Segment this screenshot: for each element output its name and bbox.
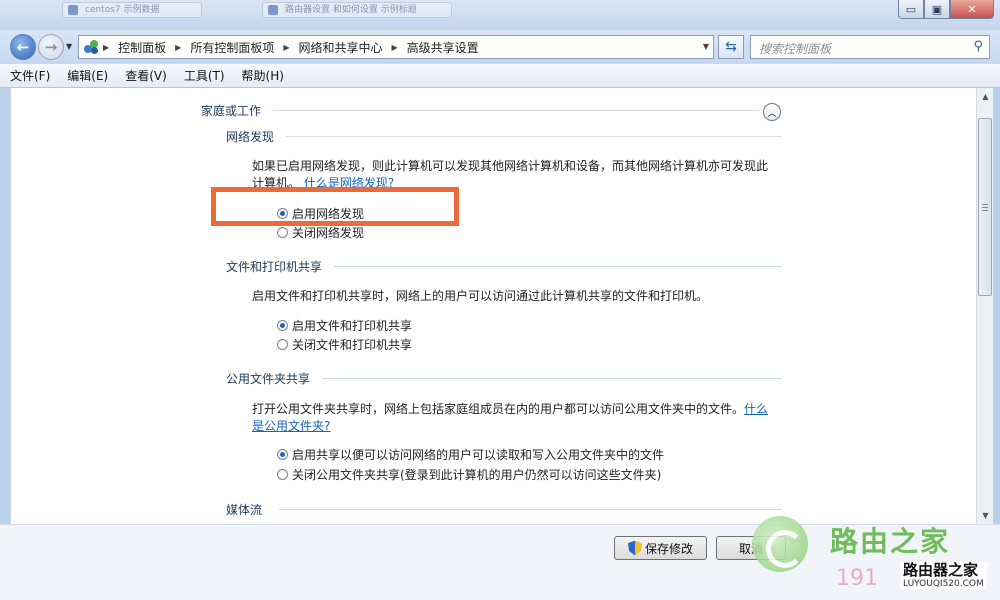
description-text: 计算机。 bbox=[252, 176, 301, 190]
tab-icon bbox=[268, 5, 278, 15]
title-bar: centos7 示例数据 路由器设置 和如何设置 示例标题 ▭ ▣ ✕ bbox=[0, 0, 1000, 30]
radio-disable-file-sharing[interactable]: 关闭文件和打印机共享 bbox=[277, 336, 412, 353]
profile-heading: 家庭或工作 bbox=[201, 104, 262, 118]
radio-enable-file-sharing[interactable]: 启用文件和打印机共享 bbox=[277, 317, 412, 334]
menu-bar: 文件(F) 编辑(E) 查看(V) 工具(T) 帮助(H) bbox=[0, 64, 1000, 88]
breadcrumb-separator-icon[interactable]: ▶ bbox=[175, 43, 181, 52]
divider bbox=[286, 136, 782, 137]
divider bbox=[322, 378, 782, 379]
help-link-network-discovery[interactable]: 什么是网络发现? bbox=[304, 176, 394, 190]
help-link-public-folder[interactable]: 是公用文件夹? bbox=[252, 419, 330, 433]
radio-label: 启用网络发现 bbox=[292, 207, 365, 221]
scroll-thumb[interactable] bbox=[978, 118, 992, 296]
watermark-logo bbox=[752, 516, 808, 572]
address-dropdown-icon[interactable]: ▼ bbox=[703, 42, 709, 51]
grip-icon bbox=[982, 203, 988, 211]
minimize-button[interactable]: ▭ bbox=[898, 0, 924, 19]
menu-view[interactable]: 查看(V) bbox=[125, 67, 167, 84]
vertical-scrollbar[interactable]: ▲ ▼ bbox=[976, 88, 993, 524]
menu-edit[interactable]: 编辑(E) bbox=[67, 67, 108, 84]
settings-panel: 家庭或工作 ︿ 网络发现 如果已启用网络发现，则此计算机可以发现其他网络计算机和… bbox=[10, 88, 976, 524]
section-title-file-sharing: 文件和打印机共享 bbox=[226, 260, 323, 274]
radio-button-icon bbox=[277, 339, 288, 350]
history-dropdown-icon[interactable]: ▼ bbox=[66, 42, 72, 51]
chevron-up-icon: ︿ bbox=[767, 108, 777, 119]
collapse-button[interactable]: ︿ bbox=[763, 103, 781, 121]
scroll-up-icon[interactable]: ▲ bbox=[977, 88, 994, 105]
background-tab[interactable]: centos7 示例数据 bbox=[62, 2, 202, 18]
watermark-brand: 路由之家 bbox=[830, 525, 951, 558]
radio-button-icon bbox=[277, 469, 288, 480]
watermark-site-title: 路由器之家 bbox=[903, 561, 979, 579]
radio-disable-network-discovery[interactable]: 关闭网络发现 bbox=[277, 224, 364, 241]
breadcrumb-separator-icon: ▶ bbox=[103, 42, 110, 52]
background-tab-label: centos7 示例数据 bbox=[85, 5, 160, 15]
description-text: 打开公用文件夹共享时，网络上包括家庭组成员在内的用户都可以访问公用文件夹中的文件… bbox=[252, 402, 745, 416]
section-title-media-streaming: 媒体流 bbox=[226, 503, 263, 517]
background-tab-label: 路由器设置 和如何设置 示例标题 bbox=[285, 5, 417, 15]
section-description: 如果已启用网络发现，则此计算机可以发现其他网络计算机和设备，而其他网络计算机亦可… bbox=[252, 158, 768, 192]
navigation-bar: ← → ▼ ▶ 控制面板 ▶ 所有控制面板项 ▶ 网络和共享中心 ▶ 高级共享设… bbox=[0, 30, 1000, 64]
background-tab[interactable]: 路由器设置 和如何设置 示例标题 bbox=[262, 2, 452, 18]
refresh-button[interactable]: ⇆ bbox=[718, 35, 744, 59]
maximize-button[interactable]: ▣ bbox=[924, 0, 950, 19]
scroll-down-icon[interactable]: ▼ bbox=[977, 507, 994, 524]
radio-button-icon bbox=[277, 208, 288, 219]
search-input[interactable]: 搜索控制面板 ⚲ bbox=[750, 35, 990, 59]
forward-arrow-icon: → bbox=[44, 38, 58, 56]
watermark-site: 路由器之家 LUYOUQI520.COM bbox=[900, 562, 987, 589]
menu-tools[interactable]: 工具(T) bbox=[184, 67, 225, 84]
save-button-label: 保存修改 bbox=[644, 541, 693, 556]
description-line: 打开公用文件夹共享时，网络上包括家庭组成员在内的用户都可以访问公用文件夹中的文件… bbox=[252, 401, 768, 418]
window-controls: ▭ ▣ ✕ bbox=[898, 0, 994, 19]
breadcrumb: ▶ 控制面板 ▶ 所有控制面板项 ▶ 网络和共享中心 ▶ 高级共享设置 bbox=[103, 39, 479, 56]
back-arrow-icon: ← bbox=[16, 38, 30, 56]
close-button[interactable]: ✕ bbox=[950, 0, 994, 19]
refresh-icon: ⇆ bbox=[725, 39, 737, 55]
search-placeholder: 搜索控制面板 bbox=[759, 42, 832, 56]
breadcrumb-separator-icon[interactable]: ▶ bbox=[283, 43, 289, 52]
menu-help[interactable]: 帮助(H) bbox=[242, 67, 284, 84]
search-icon[interactable]: ⚲ bbox=[973, 39, 983, 54]
section-description: 打开公用文件夹共享时，网络上包括家庭组成员在内的用户都可以访问公用文件夹中的文件… bbox=[252, 401, 768, 435]
watermark-site-url: LUYOUQI520.COM bbox=[903, 579, 984, 589]
radio-enable-network-discovery[interactable]: 启用网络发现 bbox=[277, 205, 364, 222]
radio-button-icon bbox=[277, 320, 288, 331]
section-title-public-folder: 公用文件夹共享 bbox=[226, 372, 311, 386]
section-description: 启用文件和打印机共享时，网络上的用户可以访问通过此计算机共享的文件和打印机。 bbox=[252, 289, 709, 303]
radio-enable-public-folder[interactable]: 启用共享以便可以访问网络的用户可以读取和写入公用文件夹中的文件 bbox=[277, 446, 664, 463]
breadcrumb-item[interactable]: 控制面板 bbox=[118, 39, 166, 56]
radio-label: 关闭文件和打印机共享 bbox=[292, 338, 413, 352]
back-button[interactable]: ← bbox=[10, 34, 36, 60]
radio-label: 关闭网络发现 bbox=[292, 226, 365, 240]
watermark-number: 191 bbox=[836, 566, 878, 591]
radio-button-icon bbox=[277, 227, 288, 238]
radio-disable-public-folder[interactable]: 关闭公用文件夹共享(登录到此计算机的用户仍然可以访问这些文件夹) bbox=[277, 466, 661, 483]
save-changes-button[interactable]: 保存修改 bbox=[614, 536, 707, 560]
divider bbox=[273, 110, 759, 111]
description-line: 是公用文件夹? bbox=[252, 418, 768, 435]
menu-file[interactable]: 文件(F) bbox=[10, 67, 50, 84]
breadcrumb-item[interactable]: 所有控制面板项 bbox=[190, 39, 274, 56]
radio-label: 启用共享以便可以访问网络的用户可以读取和写入公用文件夹中的文件 bbox=[292, 448, 665, 462]
radio-button-icon bbox=[277, 449, 288, 460]
shield-icon bbox=[627, 540, 642, 556]
divider bbox=[334, 266, 782, 267]
breadcrumb-item[interactable]: 高级共享设置 bbox=[407, 39, 479, 56]
help-link-public-folder[interactable]: 什么 bbox=[744, 402, 768, 416]
divider bbox=[279, 509, 782, 510]
description-line: 计算机。 什么是网络发现? bbox=[252, 175, 768, 192]
description-line: 如果已启用网络发现，则此计算机可以发现其他网络计算机和设备，而其他网络计算机亦可… bbox=[252, 159, 769, 173]
tab-icon bbox=[68, 5, 78, 15]
network-icon bbox=[83, 39, 99, 55]
breadcrumb-separator-icon[interactable]: ▶ bbox=[392, 43, 398, 52]
forward-button[interactable]: → bbox=[38, 34, 64, 60]
breadcrumb-item[interactable]: 网络和共享中心 bbox=[299, 39, 383, 56]
section-title-network-discovery: 网络发现 bbox=[226, 130, 275, 144]
address-bar[interactable]: ▶ 控制面板 ▶ 所有控制面板项 ▶ 网络和共享中心 ▶ 高级共享设置 ▼ bbox=[78, 35, 714, 59]
radio-label: 关闭公用文件夹共享(登录到此计算机的用户仍然可以访问这些文件夹) bbox=[292, 468, 662, 482]
radio-label: 启用文件和打印机共享 bbox=[292, 319, 413, 333]
